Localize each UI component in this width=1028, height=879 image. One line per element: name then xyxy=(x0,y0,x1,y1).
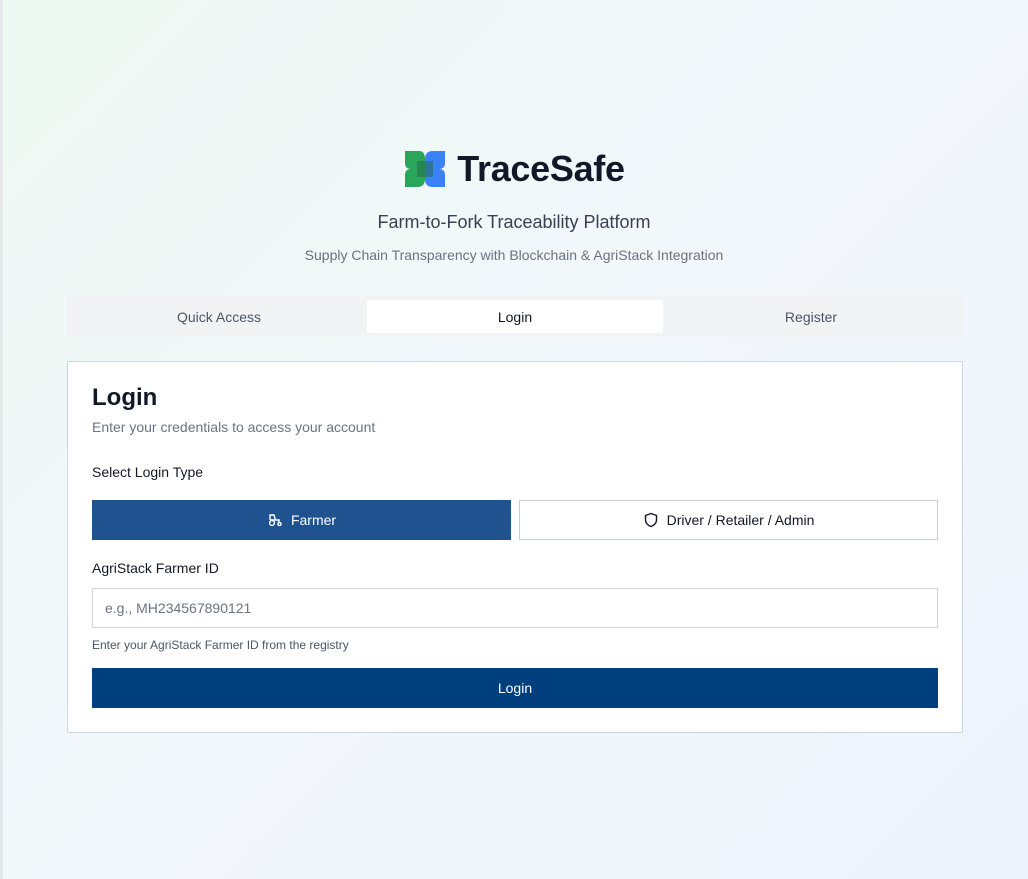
tab-login[interactable]: Login xyxy=(367,300,663,333)
tab-quick-access[interactable]: Quick Access xyxy=(71,300,367,333)
subtagline: Supply Chain Transparency with Blockchai… xyxy=(304,247,724,263)
card-description: Enter your credentials to access your ac… xyxy=(92,419,376,435)
farmer-id-hint: Enter your AgriStack Farmer ID from the … xyxy=(92,638,349,652)
card-title: Login xyxy=(92,384,158,411)
staff-login-label: Driver / Retailer / Admin xyxy=(666,512,815,528)
brand-title: TraceSafe xyxy=(457,148,625,189)
farmer-login-button[interactable]: Farmer xyxy=(92,500,511,540)
brand-header: TraceSafe xyxy=(0,148,1028,190)
farmer-id-label: AgriStack Farmer ID xyxy=(92,560,219,576)
shield-icon xyxy=(644,512,657,528)
staff-login-button[interactable]: Driver / Retailer / Admin xyxy=(519,500,938,540)
login-type-label: Select Login Type xyxy=(92,464,204,480)
tagline: Farm-to-Fork Traceability Platform xyxy=(377,212,651,232)
tab-register[interactable]: Register xyxy=(663,300,959,333)
farmer-id-input[interactable] xyxy=(92,588,938,628)
window-edge xyxy=(0,0,3,879)
login-submit-button[interactable]: Login xyxy=(92,668,938,708)
clover-logo-icon xyxy=(405,151,446,187)
auth-tabs: Quick Access Login Register xyxy=(67,296,963,337)
farmer-login-label: Farmer xyxy=(290,512,337,528)
login-card: Login Enter your credentials to access y… xyxy=(67,361,963,733)
tractor-icon xyxy=(268,514,282,527)
